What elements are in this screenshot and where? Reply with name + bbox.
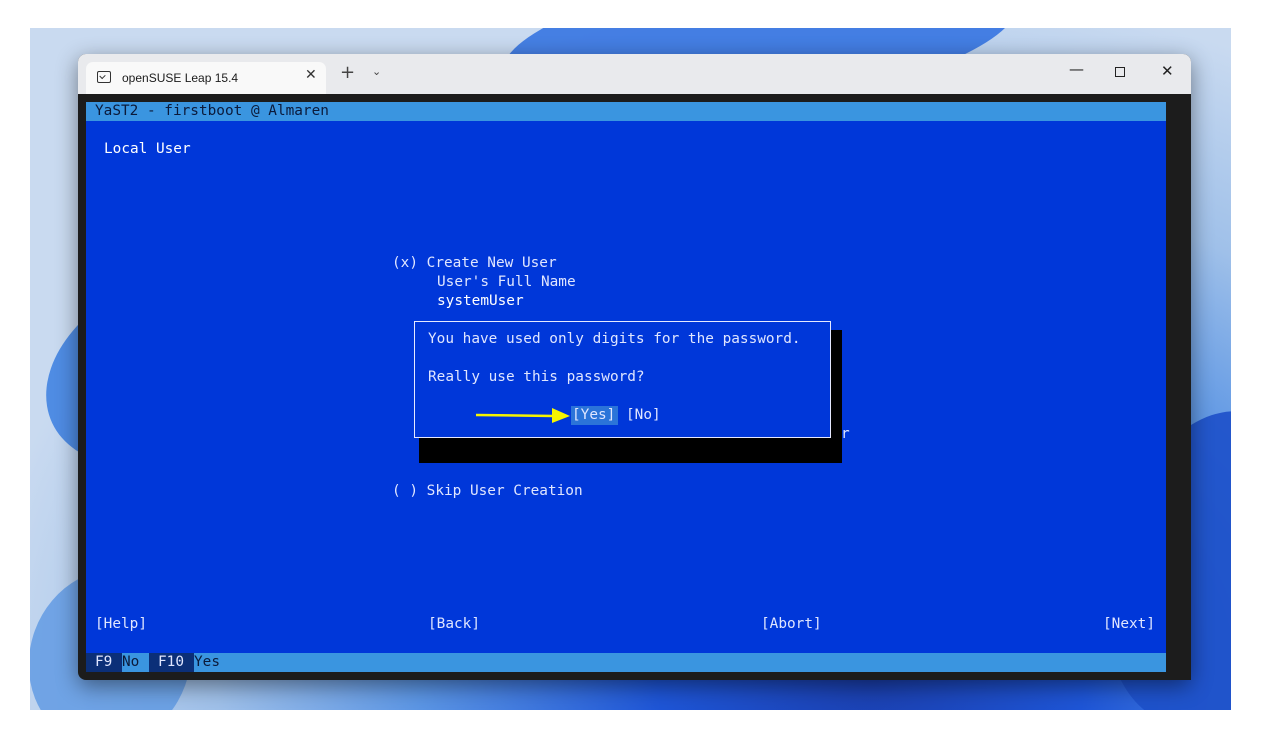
maximize-button[interactable] <box>1115 67 1125 77</box>
yast-terminal: YaST2 - firstboot @ Almaren Local User (… <box>86 102 1166 672</box>
dialog-question: Really use this password? <box>428 369 645 385</box>
help-button[interactable]: [Help] <box>95 615 147 634</box>
tab-title: openSUSE Leap 15.4 <box>122 71 239 85</box>
f10-label: Yes <box>194 654 220 670</box>
create-user-radio[interactable]: (x) Create New User <box>392 254 557 273</box>
minimize-button[interactable]: — <box>1069 60 1084 78</box>
yast-header-title: YaST2 - firstboot @ Almaren <box>95 103 329 119</box>
tab-dropdown-icon[interactable]: ⌄ <box>372 65 381 78</box>
back-button[interactable]: [Back] <box>428 615 480 634</box>
title-bar: openSUSE Leap 15.4 ✕ + ⌄ — ✕ <box>78 54 1191 94</box>
screen-title: Local User <box>104 141 191 157</box>
function-key-bar: F9 No F10 Yes <box>86 653 1166 672</box>
next-button[interactable]: [Next] <box>1103 615 1155 634</box>
yast-header: YaST2 - firstboot @ Almaren <box>86 102 1166 121</box>
dialog-message: You have used only digits for the passwo… <box>428 331 801 347</box>
abort-button[interactable]: [Abort] <box>761 615 822 634</box>
no-button[interactable]: [No] <box>626 406 661 425</box>
tab-close-icon[interactable]: ✕ <box>305 67 317 83</box>
f10-key[interactable]: F10 <box>149 653 194 672</box>
full-name-field[interactable]: systemUser <box>437 292 524 311</box>
terminal-scrollbar-area <box>1166 94 1191 680</box>
terminal-icon <box>97 71 111 83</box>
obscured-text-fragment: r <box>841 426 850 442</box>
annotation-arrow-icon <box>475 408 570 423</box>
yes-button[interactable]: [Yes] <box>572 406 615 425</box>
f9-key[interactable]: F9 <box>86 653 122 672</box>
skip-user-radio[interactable]: ( ) Skip User Creation <box>392 482 583 501</box>
close-button[interactable]: ✕ <box>1161 62 1174 80</box>
terminal-tab[interactable]: openSUSE Leap 15.4 ✕ <box>86 62 326 94</box>
f9-label: No <box>122 654 140 670</box>
new-tab-button[interactable]: + <box>340 63 355 83</box>
full-name-label: User's Full Name <box>437 274 576 290</box>
